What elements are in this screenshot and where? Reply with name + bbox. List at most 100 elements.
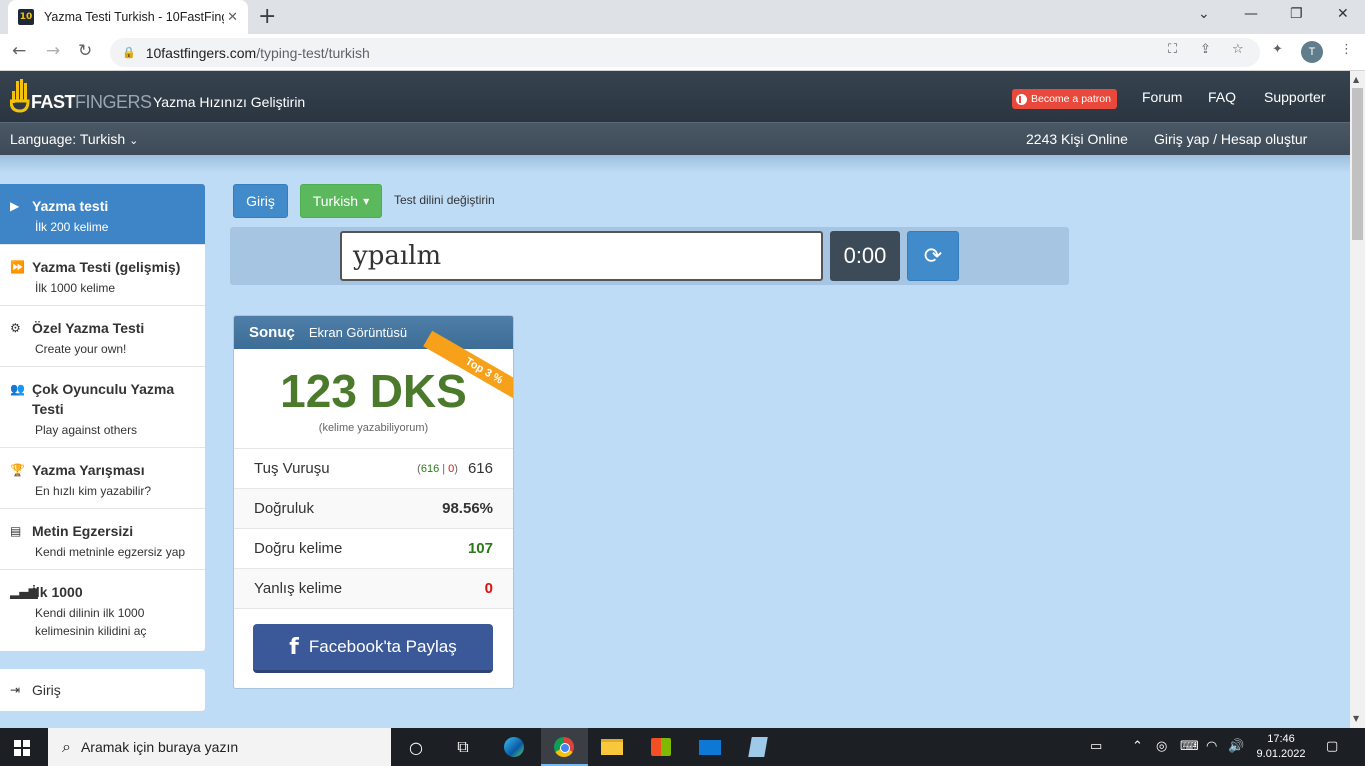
facebook-share-label: Facebook'ta Paylaş xyxy=(308,637,457,656)
stat-label: Yanlış kelime xyxy=(254,580,343,597)
stat-row-accuracy: Doğruluk 98.56% xyxy=(234,488,513,528)
file-explorer-icon[interactable] xyxy=(600,735,624,759)
change-language-hint: Test dilini değiştirin xyxy=(394,193,495,207)
site-favicon-icon: 10 xyxy=(18,9,34,25)
language-dropdown[interactable]: Turkish ▼ xyxy=(300,184,382,218)
close-window-icon[interactable]: ✕ xyxy=(1337,6,1349,22)
sidebar-item-competition[interactable]: 🏆 Yazma Yarışması En hızlı kim yazabilir? xyxy=(0,448,205,509)
forward-icon[interactable]: → xyxy=(46,41,60,61)
browser-menu-icon[interactable]: ⋮ xyxy=(1340,42,1353,57)
sidebar-item-sub: kelimesinin kilidini aç xyxy=(35,624,147,638)
browser-tab[interactable]: 10 Yazma Testi Turkish - 10FastFinge ✕ xyxy=(8,0,248,34)
app-icon[interactable] xyxy=(746,735,770,759)
signal-icon: ▂▄▆ xyxy=(10,585,38,599)
sidebar-item-title: İlk 1000 xyxy=(32,584,83,600)
document-icon: ▤ xyxy=(10,524,22,538)
bookmark-star-icon[interactable]: ☆ xyxy=(1232,42,1244,57)
sidebar-item-multiplayer[interactable]: 👥 Çok Oyunculu Yazma Testi Play against o… xyxy=(0,367,205,448)
login-register-link[interactable]: Giriş yap / Hesap oluştur xyxy=(1154,131,1307,147)
windows-taskbar: ⌕ Aramak için buraya yazın ○ ⧉ ▭ ⌃ ◎ ⌨ ◠… xyxy=(0,728,1365,766)
play-icon: ▶ xyxy=(10,199,20,213)
share-icon[interactable]: ⇪ xyxy=(1200,42,1211,57)
patron-label: Become a patron xyxy=(1031,93,1111,105)
address-input[interactable]: 🔒 10fastfingers.com/typing-test/turkish xyxy=(110,38,1260,67)
sidebar-item-title: Yazma testi xyxy=(32,198,109,214)
users-icon: 👥 xyxy=(10,382,25,396)
language-icon[interactable]: ⌨ xyxy=(1180,739,1199,754)
close-tab-icon[interactable]: ✕ xyxy=(227,10,238,25)
refresh-icon: ⟳ xyxy=(923,243,943,269)
restart-button[interactable]: ⟳ xyxy=(907,231,959,281)
tray-chevron-up-icon[interactable]: ⌃ xyxy=(1132,739,1143,754)
mail-icon[interactable] xyxy=(698,735,722,759)
sidebar-item-advanced-test[interactable]: ⏩ Yazma Testi (gelişmiş) İlk 1000 kelime xyxy=(0,245,205,306)
become-patron-button[interactable]: Become a patron xyxy=(1012,89,1117,109)
back-icon[interactable]: ← xyxy=(12,41,26,61)
tab-search-icon[interactable]: ⌄ xyxy=(1198,6,1210,22)
news-widget-icon[interactable]: ▭ xyxy=(1090,739,1102,754)
logo-hand-icon xyxy=(10,79,30,113)
browser-tab-bar: 10 Yazma Testi Turkish - 10FastFinge ✕ +… xyxy=(0,0,1365,34)
reload-page-icon[interactable]: ↻ xyxy=(78,41,92,61)
camera-icon[interactable]: ◎ xyxy=(1156,739,1167,754)
scrollbar-thumb[interactable] xyxy=(1352,88,1363,240)
screenshot-link[interactable]: Ekran Görüntüsü xyxy=(309,325,407,340)
sidebar-item-title: Yazma Testi (gelişmiş) xyxy=(32,259,181,275)
sidebar-item-top-1000[interactable]: ▂▄▆ İlk 1000 Kendi dilinin ilk 1000 kelim… xyxy=(0,570,205,651)
patreon-icon xyxy=(1016,93,1027,105)
facebook-share-button[interactable]: f Facebook'ta Paylaş xyxy=(253,624,493,673)
taskbar-clock[interactable]: 17:46 9.01.2022 xyxy=(1254,732,1308,762)
volume-icon[interactable]: 🔊 xyxy=(1228,739,1244,754)
wrong-words-value: 0 xyxy=(484,580,493,597)
wifi-icon[interactable]: ◠ xyxy=(1206,739,1217,754)
translate-icon[interactable]: ⛶ xyxy=(1168,42,1177,57)
nav-forum[interactable]: Forum xyxy=(1142,89,1182,105)
cortana-icon[interactable]: ○ xyxy=(404,735,428,759)
sidebar-item-custom-test[interactable]: ⚙ Özel Yazma Testi Create your own! xyxy=(0,306,205,367)
store-icon[interactable] xyxy=(649,735,673,759)
typing-input[interactable]: ypaılm xyxy=(340,231,823,281)
new-tab-icon[interactable]: + xyxy=(258,4,276,29)
keystrokes-breakdown: (616 | 0) xyxy=(417,462,458,475)
fast-forward-icon: ⏩ xyxy=(10,260,25,274)
stat-row-keystrokes: Tuş Vuruşu (616 | 0) 616 xyxy=(234,448,513,488)
share-area: f Facebook'ta Paylaş xyxy=(234,608,513,688)
profile-avatar[interactable]: T xyxy=(1301,41,1323,63)
sidebar-item-sub: Kendi metninle egzersiz yap xyxy=(35,545,186,559)
site-logo[interactable]: FASTFINGERS xyxy=(10,77,152,113)
stat-row-wrong-words: Yanlış kelime 0 xyxy=(234,568,513,608)
result-header: Sonuç Ekran Görüntüsü xyxy=(234,316,513,349)
header-shadow xyxy=(0,155,1350,173)
search-icon: ⌕ xyxy=(62,737,71,756)
sidebar-item-sub: En hızlı kim yazabilir? xyxy=(35,484,152,498)
nav-supporter[interactable]: Supporter xyxy=(1264,89,1325,105)
language-selector[interactable]: Language: Turkish ⌄ xyxy=(10,131,138,147)
sidebar-item-text-practice[interactable]: ▤ Metin Egzersizi Kendi metninle egzersiz… xyxy=(0,509,205,570)
chevron-down-icon: ⌄ xyxy=(129,134,139,147)
trophy-icon: 🏆 xyxy=(10,463,25,477)
chrome-icon[interactable] xyxy=(552,735,576,759)
restore-icon[interactable]: ❐ xyxy=(1290,6,1303,22)
windows-start-icon[interactable] xyxy=(14,740,30,756)
edge-icon[interactable] xyxy=(502,735,526,759)
sidebar-login[interactable]: ⇥ Giriş xyxy=(0,669,205,711)
scroll-up-icon[interactable]: ▲ xyxy=(1353,75,1359,84)
minimize-icon[interactable]: — xyxy=(1244,6,1258,22)
scroll-down-icon[interactable]: ▼ xyxy=(1353,714,1359,723)
sidebar-item-typing-test[interactable]: ▶ Yazma testi İlk 200 kelime xyxy=(0,184,205,245)
stat-label: Doğruluk xyxy=(254,500,315,517)
page-scrollbar[interactable]: ▲ ▼ xyxy=(1350,71,1365,728)
lock-icon: 🔒 xyxy=(122,46,136,59)
taskbar-search[interactable]: ⌕ Aramak için buraya yazın xyxy=(48,728,391,766)
sidebar-item-sub: Play against others xyxy=(35,423,138,437)
wpm-caption: (kelime yazabiliyorum) xyxy=(318,422,429,434)
nav-faq[interactable]: FAQ xyxy=(1208,89,1236,105)
url-path: /typing-test/turkish xyxy=(256,44,370,61)
keystrokes-total: 616 xyxy=(467,460,493,477)
extensions-icon[interactable]: ✦ xyxy=(1272,42,1283,57)
notifications-icon[interactable]: ▢ xyxy=(1326,739,1338,754)
login-button[interactable]: Giriş xyxy=(233,184,288,218)
site-tagline: Yazma Hızınızı Geliştirin xyxy=(153,94,306,110)
task-view-icon[interactable]: ⧉ xyxy=(451,735,475,759)
keystrokes-separator: | xyxy=(442,462,446,475)
